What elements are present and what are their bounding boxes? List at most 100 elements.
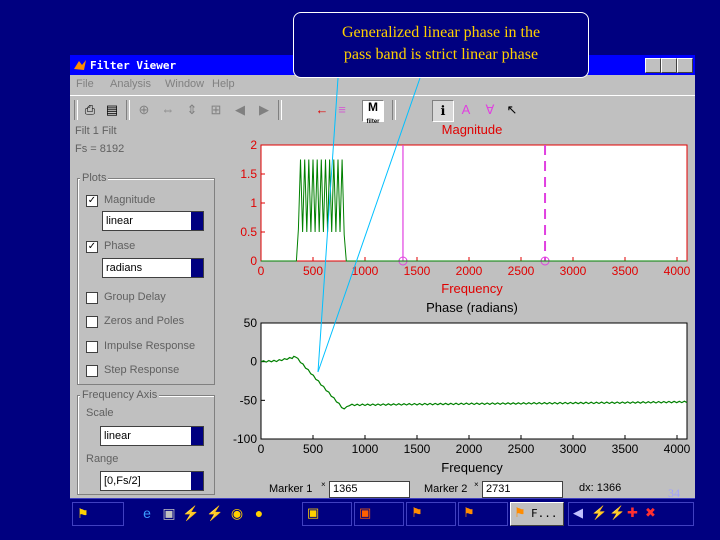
filter-name: Filt 1 Filt xyxy=(75,125,117,137)
print-icon[interactable]: ⎙ xyxy=(80,100,100,120)
marker-left-icon[interactable]: ← xyxy=(312,100,332,120)
phase-ytick-label: 50 xyxy=(244,316,258,330)
window-icon: ▣ xyxy=(307,505,320,520)
phase-xtick-label: 3000 xyxy=(560,442,587,456)
phase-checkbox[interactable]: ✓ xyxy=(86,241,98,253)
scale-select[interactable]: linear xyxy=(100,426,204,446)
group-delay-label: Group Delay xyxy=(104,291,166,303)
taskbar-item-active[interactable]: ⚑ F... xyxy=(510,502,564,526)
zeros-poles-checkbox[interactable] xyxy=(86,316,98,328)
magnitude-ytick-label: 2 xyxy=(250,138,257,152)
scale-label: Scale xyxy=(86,407,114,419)
magnitude-mode-select[interactable]: linear xyxy=(102,211,204,231)
zoom-y-icon[interactable]: ⇕ xyxy=(182,100,202,120)
range-value: [0,Fs/2] xyxy=(104,475,141,487)
pointer-icon[interactable]: ↖ xyxy=(502,100,522,120)
matlab-logo-icon: ⚑ xyxy=(463,505,475,520)
group-delay-checkbox[interactable] xyxy=(86,292,98,304)
page-number: 34 xyxy=(668,486,680,500)
taskbar-item[interactable]: ▣ xyxy=(354,502,404,526)
chevron-down-icon xyxy=(191,212,203,230)
window-title: Filter Viewer xyxy=(90,59,177,72)
toolbar-separator xyxy=(392,100,396,120)
print-preview-icon[interactable]: ▤ xyxy=(102,100,122,120)
magnitude-xtick-label: 2500 xyxy=(508,264,535,278)
app-icon[interactable]: ⚡ xyxy=(206,504,224,522)
pan-left-icon[interactable]: ◀ xyxy=(230,100,250,120)
chevron-down-icon xyxy=(191,259,203,277)
marker1-field[interactable]: 1365 xyxy=(329,481,410,498)
magnitude-checkbox[interactable]: ✓ xyxy=(86,195,98,207)
maximize-button[interactable] xyxy=(661,58,677,73)
phase-axes: Phase (radians) Frequency 0 500 1000 1500 20… xyxy=(233,300,691,475)
start-button[interactable]: ⚑ xyxy=(72,502,124,526)
app-icon[interactable]: ⚡ xyxy=(609,505,625,521)
phase-xtick-label: 3500 xyxy=(612,442,639,456)
phase-ytick-label: -50 xyxy=(240,393,258,407)
zoom-in-icon[interactable]: ⊕ xyxy=(134,100,154,120)
taskbar-item[interactable]: ▣ xyxy=(302,502,352,526)
phase-xtick-label: 0 xyxy=(258,442,265,456)
magnitude-xtick-label: 1000 xyxy=(352,264,379,278)
range-select[interactable]: [0,Fs/2] xyxy=(100,471,204,491)
system-tray: ◀ ⚡ ⚡ ✚ ✖ xyxy=(568,502,694,526)
pan-right-icon[interactable]: ▶ xyxy=(254,100,274,120)
marker-b-icon[interactable]: ∀ xyxy=(480,100,500,120)
browser-icon[interactable]: e xyxy=(138,504,156,522)
menu-help[interactable]: Help xyxy=(212,78,235,90)
zoom-x-icon[interactable]: ⇔ xyxy=(158,100,178,120)
phase-xtick-label: 500 xyxy=(303,442,323,456)
toolbar: ⎙ ▤ ⊕ ⇔ ⇕ ⊞ ◀ ▶ ← ≡ M filter ℹ A ∀ ↖ xyxy=(70,95,695,125)
marker2-field[interactable]: 2731 xyxy=(482,481,563,498)
phase-xtick-label: 2000 xyxy=(456,442,483,456)
marker2-close-icon[interactable]: × xyxy=(474,480,479,489)
folder-icon[interactable]: ▣ xyxy=(160,504,178,522)
taskbar-item[interactable]: ⚑ xyxy=(406,502,456,526)
menu-file[interactable]: File xyxy=(76,78,94,90)
chevron-down-icon xyxy=(191,472,203,490)
menu-analysis[interactable]: Analysis xyxy=(110,78,151,90)
magnitude-axes: Magnitude Frequency 0 500 1000 1500 2000 2500… xyxy=(240,122,691,296)
lightning-icon[interactable]: ⚡ xyxy=(591,505,607,521)
callout-line-2: pass band is strict linear phase xyxy=(343,46,539,63)
phase-mode-select[interactable]: radians xyxy=(102,258,204,278)
magnitude-xtick-label: 4000 xyxy=(664,264,691,278)
plots-canvas[interactable]: Magnitude Frequency 0 500 1000 1500 2000 2500… xyxy=(217,122,695,495)
app-icon[interactable]: ◉ xyxy=(228,504,246,522)
app-icon[interactable]: ● xyxy=(250,504,268,522)
phase-mode-value: radians xyxy=(106,262,143,274)
marker-bar: Marker 1 × 1365 Marker 2 × 2731 dx: 1366 xyxy=(217,478,695,498)
step-response-checkbox[interactable] xyxy=(86,365,98,377)
menu-window[interactable]: Window xyxy=(165,78,204,90)
minimize-button[interactable] xyxy=(645,58,661,73)
magnitude-xtick-label: 500 xyxy=(303,264,323,278)
mri-icon[interactable]: M filter xyxy=(362,100,384,125)
phase-xlabel: Frequency xyxy=(441,460,503,475)
magnitude-title: Magnitude xyxy=(442,123,503,137)
impulse-response-checkbox[interactable] xyxy=(86,341,98,353)
matlab-logo-icon: ⚑ xyxy=(514,505,526,520)
network-icon[interactable]: ✖ xyxy=(645,505,656,521)
taskbar-item[interactable]: ⚑ xyxy=(458,502,508,526)
phase-ytick-label: -100 xyxy=(233,432,257,446)
marker2-value: 2731 xyxy=(486,483,511,495)
close-button[interactable] xyxy=(677,58,693,73)
shield-icon[interactable]: ✚ xyxy=(627,505,638,521)
signal-icon[interactable]: ≡ xyxy=(332,100,352,120)
taskbar-item-label: F... xyxy=(531,507,558,520)
callout-line-1: Generalized linear phase in the xyxy=(341,24,541,41)
left-panel: Filt 1 Filt Fs = 8192 Plots ✓ Magnitude … xyxy=(70,123,217,495)
speaker-icon[interactable]: ◀ xyxy=(573,505,583,521)
info-icon[interactable]: ℹ xyxy=(432,100,454,122)
phase-plot-box xyxy=(260,322,688,440)
zeros-poles-label: Zeros and Poles xyxy=(104,315,185,327)
marker1-label: Marker 1 xyxy=(269,483,313,495)
app-icon[interactable]: ⚡ xyxy=(182,504,200,522)
phase-xtick-label: 2500 xyxy=(508,442,535,456)
magnitude-xtick-label: 2000 xyxy=(456,264,483,278)
magnitude-label: Magnitude xyxy=(104,194,156,206)
phase-ytick-label: 0 xyxy=(250,355,257,369)
full-view-icon[interactable]: ⊞ xyxy=(206,100,226,120)
marker1-close-icon[interactable]: × xyxy=(321,480,326,489)
marker-a-icon[interactable]: A xyxy=(456,100,476,120)
